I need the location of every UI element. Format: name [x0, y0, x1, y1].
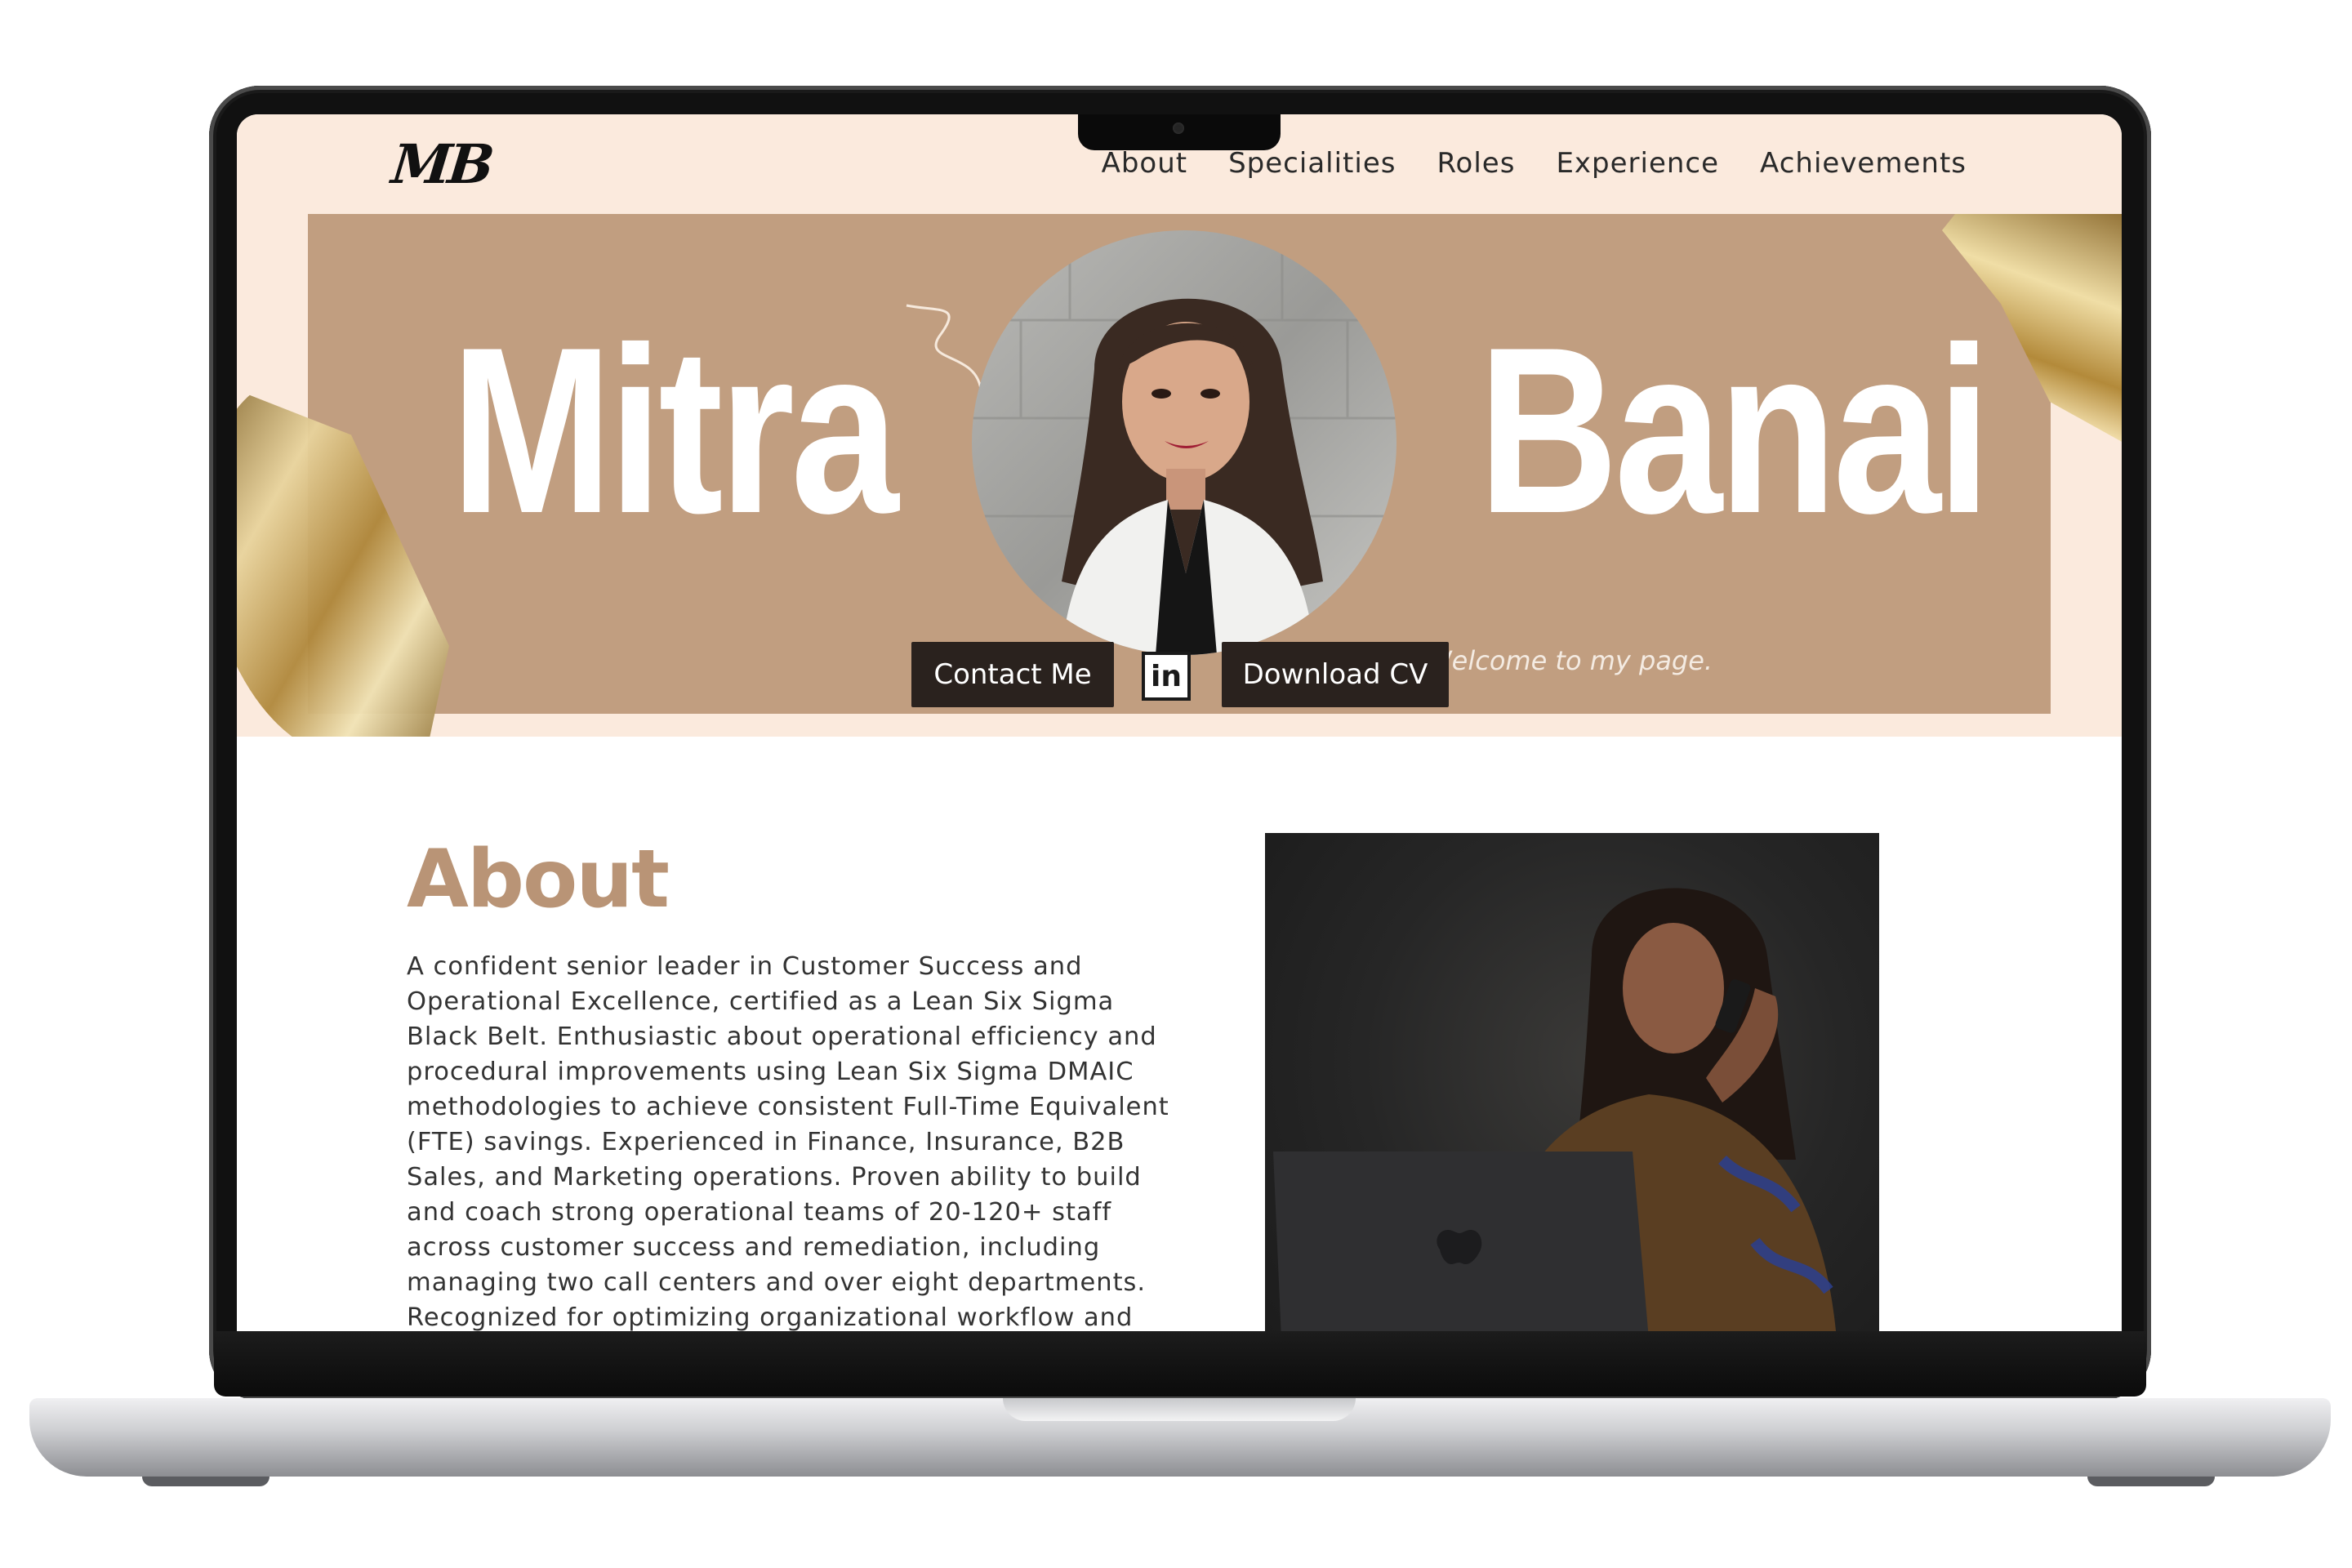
laptop-foot-right [2087, 1477, 2215, 1486]
linkedin-icon[interactable]: in [1142, 652, 1191, 701]
camera-notch [1078, 114, 1281, 150]
profile-portrait [972, 230, 1396, 655]
nav-specialities[interactable]: Specialities [1228, 147, 1396, 180]
laptop-foot-left [142, 1477, 270, 1486]
site-logo[interactable]: MB [389, 132, 494, 196]
nav-experience[interactable]: Experience [1556, 147, 1719, 180]
laptop-bottom-bezel [214, 1331, 2146, 1396]
download-cv-button[interactable]: Download CV [1222, 642, 1449, 707]
laptop-screen: MB About Specialities Roles Experience A… [237, 114, 2122, 1331]
about-paragraph: A confident senior leader in Customer Su… [407, 952, 1169, 1331]
welcome-text: Welcome to my page. [1426, 645, 1713, 676]
hero-last-name: Banai [1478, 298, 1991, 563]
nav-achievements[interactable]: Achievements [1760, 147, 1967, 180]
nav-about[interactable]: About [1102, 147, 1188, 180]
camera-icon [1173, 122, 1184, 134]
nav-roles[interactable]: Roles [1437, 147, 1515, 180]
main-nav: About Specialities Roles Experience Achi… [1102, 147, 1967, 180]
laptop-opening-notch [1003, 1398, 1356, 1421]
hero-first-name: Mitra [451, 298, 898, 563]
about-heading: About [407, 833, 670, 926]
laptop-base [29, 1398, 2331, 1477]
contact-me-button[interactable]: Contact Me [911, 642, 1114, 707]
about-photo [1265, 833, 1879, 1331]
